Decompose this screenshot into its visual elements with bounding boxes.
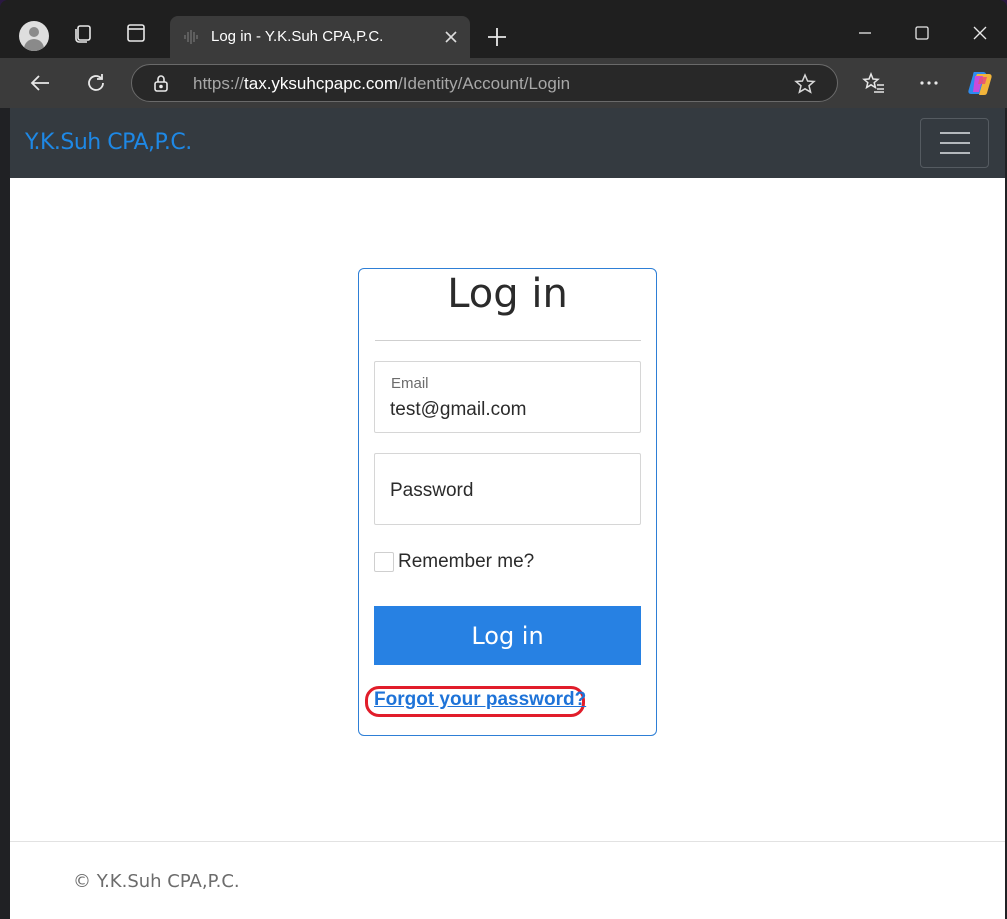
window-close-icon[interactable] — [965, 18, 995, 48]
remember-me-row: Remember me? — [374, 551, 534, 573]
tab-strip: Log in - Y.K.Suh CPA,P.C. — [0, 0, 1007, 58]
login-button[interactable]: Log in — [374, 606, 641, 665]
site-navbar: Y.K.Suh CPA,P.C. — [10, 108, 1005, 178]
forgot-password-link[interactable]: Forgot your password? — [374, 689, 586, 711]
hamburger-menu-icon[interactable] — [920, 118, 989, 168]
browser-window: Log in - Y.K.Suh CPA,P.C. https://tax.yk… — [0, 0, 1007, 919]
maximize-icon[interactable] — [907, 18, 937, 48]
remember-me-checkbox[interactable] — [374, 552, 394, 572]
login-card: Log in Email test@gmail.com Password Rem… — [358, 268, 657, 736]
web-page: Y.K.Suh CPA,P.C. Log in Email test@gmail… — [10, 108, 1005, 919]
heading-divider — [375, 340, 641, 341]
tab-close-icon[interactable] — [440, 26, 462, 48]
url-text[interactable]: https://tax.yksuhcpapc.com/Identity/Acco… — [193, 74, 570, 94]
favorite-star-icon[interactable] — [794, 73, 816, 95]
lock-icon[interactable] — [152, 74, 170, 92]
email-field[interactable]: Email test@gmail.com — [374, 361, 641, 433]
login-heading: Log in — [447, 271, 568, 317]
footer-divider — [10, 841, 1005, 842]
password-placeholder: Password — [390, 480, 474, 501]
footer-copyright: © Y.K.Suh CPA,P.C. — [73, 871, 240, 892]
refresh-icon[interactable] — [83, 70, 109, 96]
email-label: Email — [391, 375, 429, 392]
browser-toolbar: https://tax.yksuhcpapc.com/Identity/Acco… — [0, 58, 1007, 108]
back-arrow-icon[interactable] — [27, 70, 53, 96]
email-value: test@gmail.com — [390, 399, 527, 420]
copilot-icon[interactable] — [965, 68, 995, 98]
tab-title: Log in - Y.K.Suh CPA,P.C. — [211, 28, 384, 45]
address-bar[interactable]: https://tax.yksuhcpapc.com/Identity/Acco… — [131, 64, 838, 102]
remember-me-label[interactable]: Remember me? — [398, 551, 534, 573]
loading-favicon-icon — [182, 28, 200, 46]
new-tab-plus-icon[interactable] — [484, 24, 510, 50]
minimize-icon[interactable] — [850, 18, 880, 48]
site-brand-link[interactable]: Y.K.Suh CPA,P.C. — [25, 130, 192, 155]
url-host: tax.yksuhcpapc.com — [244, 74, 399, 93]
profile-avatar-icon[interactable] — [19, 21, 49, 51]
more-menu-icon[interactable] — [916, 70, 942, 96]
favorites-list-icon[interactable] — [861, 70, 887, 96]
workspaces-icon[interactable] — [67, 17, 99, 49]
tab-login[interactable]: Log in - Y.K.Suh CPA,P.C. — [170, 16, 470, 58]
vertical-tabs-icon[interactable] — [120, 17, 152, 49]
url-path: /Identity/Account/Login — [398, 74, 571, 93]
password-field[interactable]: Password — [374, 453, 641, 525]
